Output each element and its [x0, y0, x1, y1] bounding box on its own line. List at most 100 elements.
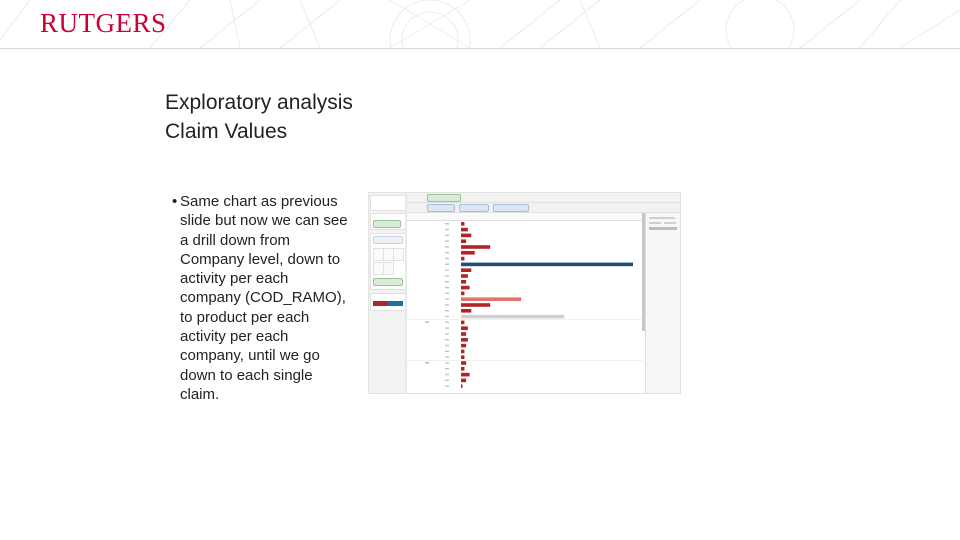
group-label-tick: [425, 321, 429, 323]
rows-pill-3: [493, 204, 529, 212]
row-label-tick: [445, 304, 449, 306]
pages-card: [370, 195, 406, 211]
bullet-line: a drill down from: [180, 231, 291, 249]
bar: [461, 303, 491, 307]
tableau-right-panel: [645, 213, 680, 393]
row-label-tick: [445, 333, 449, 335]
row-label-tick: [445, 246, 449, 248]
bullet-paragraph: • Same chart as previous slide but now w…: [172, 192, 362, 404]
row-label-tick: [445, 315, 449, 318]
row-label-tick: [445, 269, 449, 271]
bullet-line: Same chart as previous: [180, 193, 338, 210]
bar: [461, 326, 468, 330]
bullet-line: down to each single: [180, 366, 313, 384]
legend-blue-segment: [387, 301, 403, 306]
bar: [461, 256, 465, 261]
bar: [461, 349, 465, 354]
bullet-line: slide but now we can see: [180, 212, 348, 230]
bar: [461, 320, 465, 325]
row-label-tick: [445, 257, 449, 260]
bar: [461, 262, 633, 267]
legend-item: [664, 222, 676, 224]
row-label-tick: [445, 385, 449, 387]
bar: [461, 285, 470, 290]
title-line-2: Claim Values: [165, 120, 288, 143]
row-label-tick: [445, 362, 449, 364]
bar: [461, 332, 467, 336]
bar: [461, 355, 465, 359]
bar: [461, 245, 491, 249]
row-label-tick: [445, 344, 449, 347]
rows-pill-2: [459, 204, 489, 212]
bar: [461, 314, 565, 319]
row-label-tick: [445, 252, 449, 254]
columns-shelf: [407, 193, 680, 203]
row-label-tick: [445, 350, 449, 352]
bar: [461, 384, 463, 388]
bar: [461, 251, 475, 255]
bar: [461, 361, 467, 365]
title-line-1: Exploratory analysis: [165, 91, 353, 114]
legend-title: [649, 217, 675, 219]
row-label-tick: [445, 339, 449, 341]
bullet-text: Same chart as previous slide but now we …: [172, 192, 362, 404]
bar: [461, 297, 522, 301]
filters-card: [370, 213, 406, 230]
row-label-tick: [445, 228, 449, 231]
bullet-line: company, until we go: [180, 347, 320, 365]
rows-pill-1: [427, 204, 455, 212]
legend-slider: [649, 227, 677, 230]
marks-card: [370, 233, 406, 290]
row-label-tick: [445, 263, 449, 265]
section-separator: [407, 319, 643, 320]
color-legend-card: [370, 293, 406, 311]
mark-type-select: [373, 236, 403, 244]
row-label-tick: [445, 310, 449, 312]
chart-view: [407, 213, 643, 393]
legend-item: [649, 222, 661, 224]
bar: [461, 372, 470, 377]
row-label-tick: [445, 298, 449, 300]
row-label-tick: [445, 275, 449, 277]
tableau-left-panel: [369, 193, 406, 393]
bullet-line: to product per each: [180, 308, 310, 326]
row-label-tick: [445, 240, 449, 242]
bar: [461, 239, 467, 243]
row-label-tick: [445, 379, 449, 381]
bar: [461, 227, 468, 232]
row-label-tick: [445, 223, 449, 225]
bullet-line: claim.: [180, 385, 220, 403]
bar-chart: [407, 222, 643, 388]
rows-shelf: [407, 203, 680, 213]
group-label-tick: [425, 362, 429, 364]
bar: [461, 343, 467, 348]
bullet-line: activity per each: [180, 270, 289, 288]
slide-title: Exploratory analysis Claim Values: [165, 88, 353, 146]
bar: [461, 291, 465, 296]
measure-pill: [373, 278, 403, 286]
bar: [461, 222, 465, 226]
rutgers-logo: RUTGERS: [40, 8, 167, 38]
row-label-tick: [445, 292, 449, 294]
bar: [461, 378, 467, 383]
bar: [461, 309, 472, 313]
row-label-tick: [445, 356, 449, 358]
legend-red-segment: [373, 301, 387, 306]
row-label-tick: [445, 327, 449, 329]
bar: [461, 233, 472, 238]
row-label-tick: [445, 321, 449, 323]
tooltip-button: [383, 262, 394, 275]
label-button: [393, 248, 404, 261]
bar: [461, 280, 467, 284]
bullet-line: Company level, down to: [180, 250, 341, 268]
bar: [461, 338, 468, 342]
bullet-line: company (COD_RAMO),: [180, 289, 346, 307]
tableau-screenshot-image: [368, 192, 681, 394]
slide-header: RUTGERS: [0, 0, 960, 49]
row-label-tick: [445, 368, 449, 370]
bar: [461, 367, 465, 371]
section-separator: [407, 360, 643, 361]
row-label-tick: [445, 281, 449, 283]
filter-pill: [373, 220, 401, 228]
bar: [461, 274, 468, 278]
